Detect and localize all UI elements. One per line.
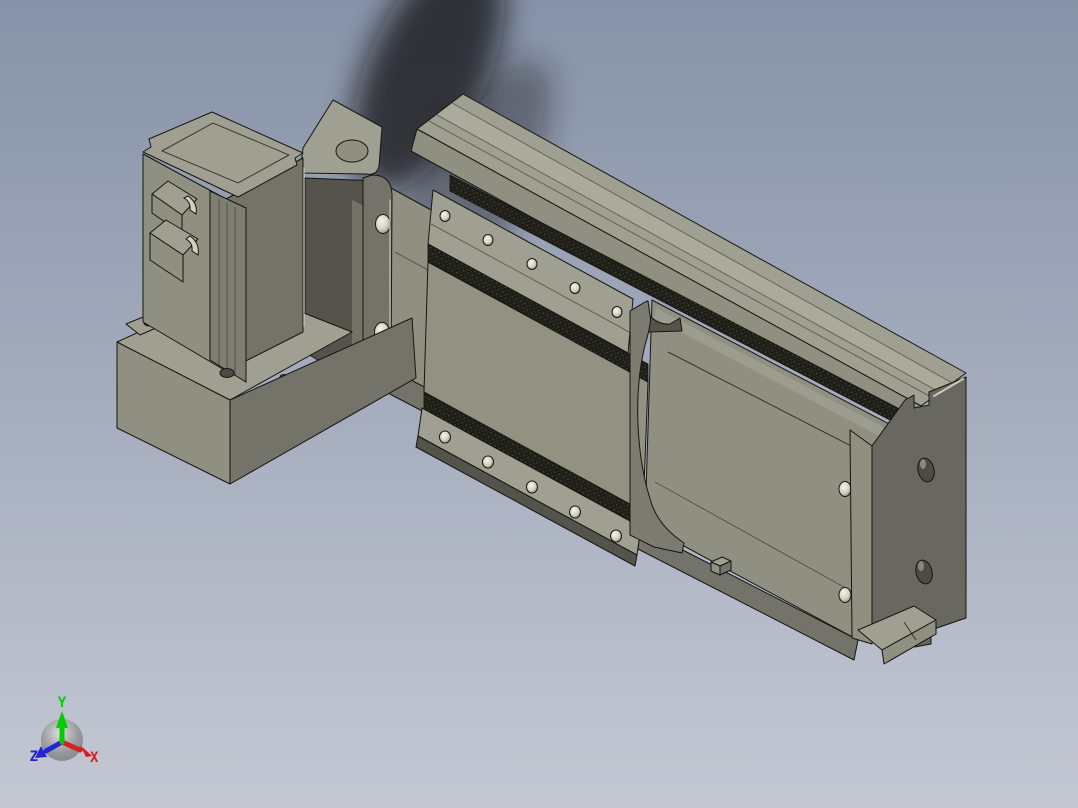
carriage-bottom-screw-4 <box>569 505 581 519</box>
x-axis-label: X <box>90 750 99 766</box>
rail-side-hole-lower <box>838 587 852 603</box>
carriage-top-screw-3 <box>526 258 538 270</box>
carriage-bottom-screw-3 <box>526 480 538 494</box>
end-cap-rim <box>849 429 873 645</box>
end-cap-hole-upper-glint <box>920 459 926 469</box>
channel-bottom-hole <box>219 368 235 378</box>
motor-cable-channel <box>209 190 247 383</box>
end-cap-hole-lower-glint <box>918 561 924 571</box>
end-plate-screw-upper <box>375 214 391 234</box>
z-axis-label: Z <box>30 749 38 765</box>
y-axis-label: Y <box>58 695 67 711</box>
carriage-bottom-screw-2 <box>482 455 494 469</box>
carriage-top-screw-5 <box>611 306 623 318</box>
bracket-bore-hole <box>335 139 369 163</box>
viewport-canvas[interactable]: Z X Y <box>0 0 1078 808</box>
carriage-bottom-screw-5 <box>610 529 622 543</box>
carriage-bottom-screw-1 <box>439 430 451 444</box>
carriage-top-screw-4 <box>569 282 581 294</box>
carriage-top-screw-1 <box>439 210 451 222</box>
rail-side-hole-upper <box>838 481 852 497</box>
carriage-top-screw-2 <box>482 234 494 246</box>
cad-viewport[interactable]: Z X Y <box>0 0 1078 808</box>
